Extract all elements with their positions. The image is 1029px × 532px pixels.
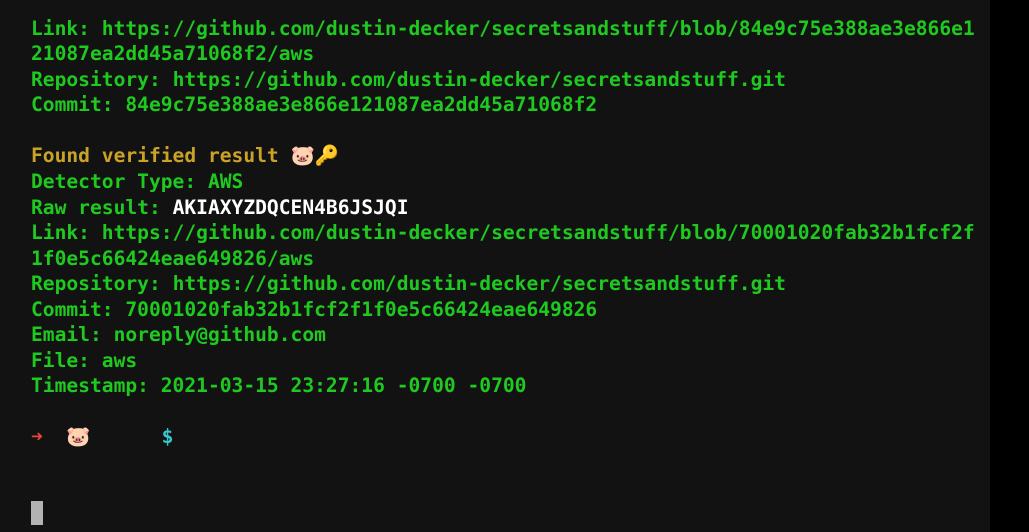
email-line: Email: noreply@github.com bbox=[31, 322, 326, 348]
file-value: aws bbox=[101, 349, 138, 372]
email-label: Email: bbox=[31, 323, 114, 346]
link-line-continuation: 1f0e5c66424eae649826/aws bbox=[31, 246, 314, 272]
commit-label: Commit: bbox=[31, 298, 126, 321]
detector-type-label: Detector Type: bbox=[31, 170, 208, 193]
text-cursor bbox=[31, 501, 43, 525]
detector-type-value: AWS bbox=[207, 170, 244, 193]
timestamp-value: 2021-03-15 23:27:16 -0700 -0700 bbox=[160, 374, 527, 397]
email-value: noreply@github.com bbox=[113, 323, 326, 346]
link-label: Link: bbox=[31, 221, 102, 244]
repository-line: Repository: https://github.com/dustin-de… bbox=[31, 271, 786, 297]
link-value-continuation: 21087ea2dd45a71068f2/aws bbox=[31, 42, 315, 65]
pig-icon: 🐷 bbox=[66, 425, 91, 448]
shell-prompt[interactable]: ➜ 🐷 $ bbox=[31, 424, 173, 450]
raw-result-value: AKIAXYZDQCEN4B6JSJQI bbox=[172, 196, 409, 219]
repository-value: https://github.com/dustin-decker/secrets… bbox=[172, 68, 786, 91]
link-value: https://github.com/dustin-decker/secrets… bbox=[101, 17, 975, 40]
commit-value: 70001020fab32b1fcf2f1f0e5c66424eae649826 bbox=[125, 298, 598, 321]
timestamp-label: Timestamp: bbox=[31, 374, 161, 397]
prompt-arrow-icon: ➜ bbox=[31, 425, 43, 448]
commit-line: Commit: 84e9c75e388ae3e866e121087ea2dd45… bbox=[31, 92, 597, 118]
link-line-continuation: 21087ea2dd45a71068f2/aws bbox=[31, 41, 314, 67]
repository-label: Repository: bbox=[31, 272, 173, 295]
repository-label: Repository: bbox=[31, 68, 173, 91]
commit-value: 84e9c75e388ae3e866e121087ea2dd45a71068f2 bbox=[125, 93, 598, 116]
timestamp-line: Timestamp: 2021-03-15 23:27:16 -0700 -07… bbox=[31, 373, 526, 399]
prompt-dollar: $ bbox=[161, 425, 174, 448]
commit-label: Commit: bbox=[31, 93, 126, 116]
link-line: Link: https://github.com/dustin-decker/s… bbox=[31, 220, 975, 246]
found-verified-text: Found verified result bbox=[31, 144, 291, 167]
repository-value: https://github.com/dustin-decker/secrets… bbox=[172, 272, 786, 295]
link-label: Link: bbox=[31, 17, 102, 40]
terminal-window[interactable]: Link: https://github.com/dustin-decker/s… bbox=[0, 0, 990, 532]
file-line: File: aws bbox=[31, 348, 137, 374]
found-verified-line: Found verified result 🐷🔑 bbox=[31, 143, 339, 169]
commit-line: Commit: 70001020fab32b1fcf2f1f0e5c66424e… bbox=[31, 297, 597, 323]
link-line: Link: https://github.com/dustin-decker/s… bbox=[31, 16, 975, 42]
detector-type-line: Detector Type: AWS bbox=[31, 169, 243, 195]
file-label: File: bbox=[31, 349, 102, 372]
raw-result-label: Raw result: bbox=[31, 196, 173, 219]
repository-line: Repository: https://github.com/dustin-de… bbox=[31, 67, 786, 93]
link-value-continuation: 1f0e5c66424eae649826/aws bbox=[31, 247, 315, 270]
raw-result-line: Raw result: AKIAXYZDQCEN4B6JSJQI bbox=[31, 195, 409, 221]
link-value: https://github.com/dustin-decker/secrets… bbox=[101, 221, 975, 244]
pig-key-icon: 🐷🔑 bbox=[290, 144, 340, 167]
